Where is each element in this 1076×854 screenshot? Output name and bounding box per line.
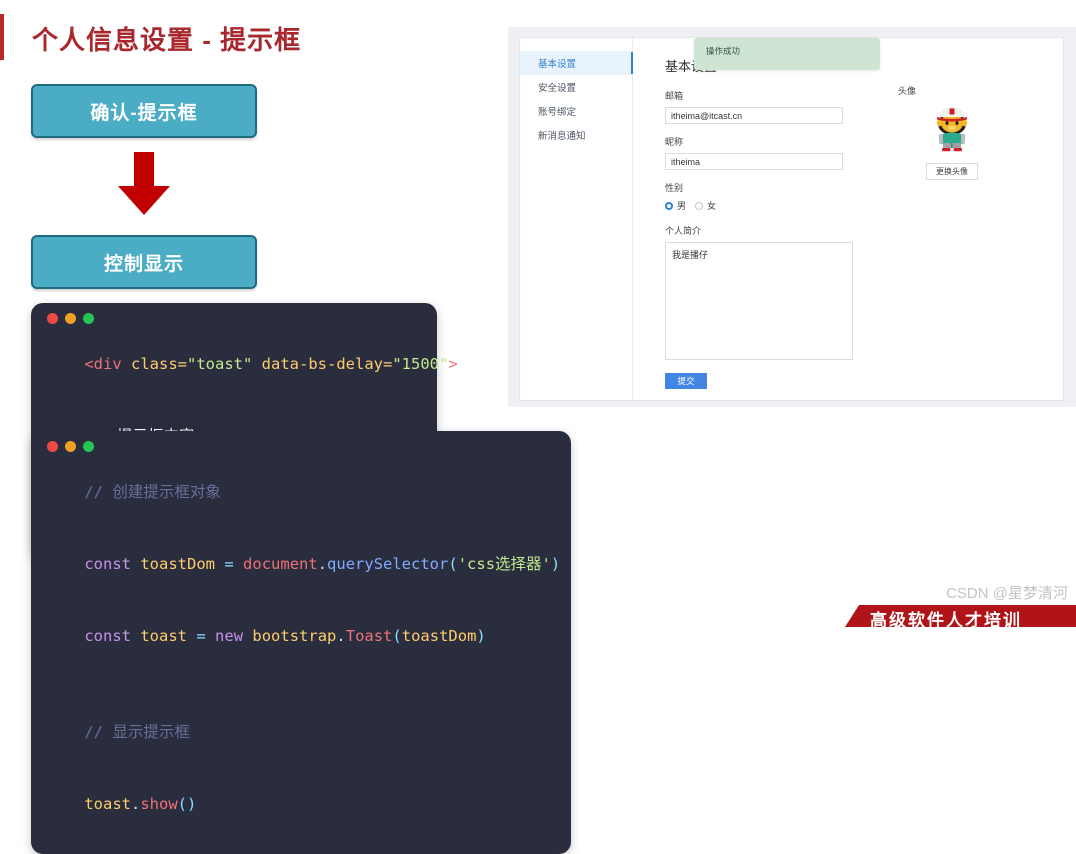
sidebar-item-label: 安全设置 (538, 83, 576, 94)
change-avatar-label: 更换头像 (936, 166, 968, 177)
code-token-queryselector: querySelector (327, 555, 448, 573)
control-display-label: 控制显示 (104, 249, 184, 276)
code-token-paren-open: ( (392, 627, 401, 645)
minimize-dot-icon[interactable] (65, 441, 76, 452)
toast-message: 操作成功 (706, 46, 740, 56)
confirm-toast-label: 确认-提示框 (90, 98, 197, 125)
confirm-toast-button[interactable]: 确认-提示框 (31, 84, 257, 138)
maximize-dot-icon[interactable] (83, 313, 94, 324)
code-token-const: const (84, 555, 131, 573)
sidebar-item-security[interactable]: 安全设置 (520, 75, 632, 99)
code-token-bootstrap: bootstrap (252, 627, 336, 645)
submit-button-label: 提交 (677, 375, 694, 387)
code-token-dot: . (318, 555, 327, 573)
code-line: <div class="toast" data-bs-delay="1500"> (47, 328, 421, 400)
code-token-dot: . (131, 795, 140, 813)
code-line: // 创建提示框对象 (47, 456, 555, 528)
settings-sidebar: 基本设置 安全设置 账号绑定 新消息通知 (520, 38, 633, 400)
email-field[interactable]: itheima@itcast.cn (665, 107, 843, 124)
down-arrow-icon (113, 152, 175, 216)
code-line: toast.show() (47, 768, 555, 840)
avatar-label: 头像 (898, 84, 1006, 97)
code-token-assign: = (224, 555, 233, 573)
code-token-toast-class: Toast (346, 627, 393, 645)
close-dot-icon[interactable] (47, 441, 58, 452)
code-line: // 显示提示框 (47, 696, 555, 768)
code-token-var-toast: toast (140, 627, 187, 645)
window-dots (47, 441, 555, 452)
code-token-val-class: "toast" (187, 355, 252, 373)
code-token-paren-close: ) (551, 555, 560, 573)
code-token-selector-string: 'css选择器' (458, 555, 551, 573)
bio-textarea-value: 我是播仔 (672, 250, 708, 260)
code-token-gt: > (448, 355, 457, 373)
sidebar-item-basic[interactable]: 基本设置 (520, 51, 632, 75)
code-token-paren-open: ( (448, 555, 457, 573)
close-dot-icon[interactable] (47, 313, 58, 324)
email-field-value: itheima@itcast.cn (671, 111, 742, 121)
nickname-field-value: itheima (671, 157, 700, 167)
code-token-attr-delay: data-bs-delay= (262, 355, 393, 373)
avatar (930, 103, 974, 153)
sidebar-item-label: 账号绑定 (538, 107, 576, 118)
code-token-arg-toastdom: toastDom (402, 627, 477, 645)
title-accent-bar (0, 14, 4, 60)
code-token-tag-open: <div (84, 355, 121, 373)
code-token-var-toastdom: toastDom (140, 555, 215, 573)
gender-label: 性别 (665, 181, 1063, 194)
sidebar-item-label: 新消息通知 (538, 131, 586, 142)
code-token-toast-obj: toast (84, 795, 131, 813)
gender-option-male[interactable]: 男 (665, 199, 686, 212)
sidebar-item-label: 基本设置 (538, 59, 576, 70)
code-line: const toast = new bootstrap.Toast(toastD… (47, 600, 555, 672)
code-token-new: new (215, 627, 243, 645)
code-token-attr-class: class= (131, 355, 187, 373)
submit-button[interactable]: 提交 (665, 373, 707, 389)
code-token-parens: () (178, 795, 197, 813)
csdn-watermark: CSDN @星梦清河 (946, 582, 1068, 603)
code-token-dot: . (336, 627, 345, 645)
code-comment-show: // 显示提示框 (84, 723, 190, 741)
code-token-assign: = (196, 627, 205, 645)
gender-male-label: 男 (677, 199, 686, 212)
code-token-document: document (243, 555, 318, 573)
maximize-dot-icon[interactable] (83, 441, 94, 452)
window-dots (47, 313, 421, 324)
gender-radio-group: 男 女 (665, 199, 1063, 212)
code-blank-line (47, 672, 555, 696)
radio-selected-icon[interactable] (665, 202, 673, 210)
code-token-val-delay: "1500" (392, 355, 448, 373)
code-comment-create: // 创建提示框对象 (84, 483, 221, 501)
gender-female-label: 女 (707, 199, 716, 212)
sidebar-item-notifications[interactable]: 新消息通知 (520, 123, 632, 147)
avatar-section: 头像 更换头像 (898, 84, 1006, 180)
change-avatar-button[interactable]: 更换头像 (926, 163, 978, 180)
bottom-ribbon-text: 高级软件人才培训 (870, 606, 1022, 631)
bio-textarea[interactable]: 我是播仔 (665, 242, 853, 360)
minimize-dot-icon[interactable] (65, 313, 76, 324)
code-token-show: show (140, 795, 177, 813)
radio-unselected-icon[interactable] (695, 202, 703, 210)
code-token-paren-close: ) (476, 627, 485, 645)
code-line: const toastDom = document.querySelector(… (47, 528, 555, 600)
page-title: 个人信息设置 - 提示框 (32, 20, 301, 57)
sidebar-item-account-binding[interactable]: 账号绑定 (520, 99, 632, 123)
success-toast[interactable]: 操作成功 (694, 38, 880, 70)
bio-label: 个人简介 (665, 224, 1063, 237)
code-token-const: const (84, 627, 131, 645)
control-display-button[interactable]: 控制显示 (31, 235, 257, 289)
nickname-field[interactable]: itheima (665, 153, 843, 170)
js-code-window: // 创建提示框对象 const toastDom = document.que… (31, 431, 571, 854)
gender-option-female[interactable]: 女 (695, 199, 716, 212)
